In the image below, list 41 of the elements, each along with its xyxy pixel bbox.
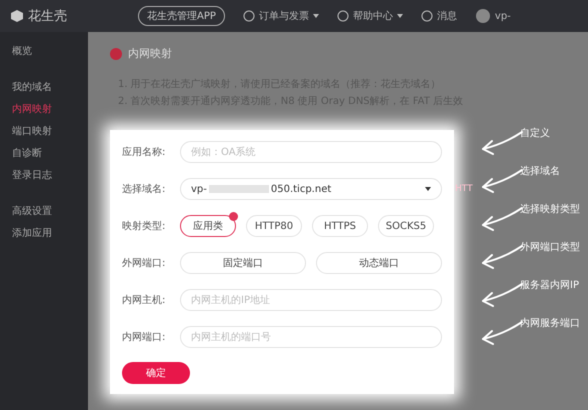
input-field[interactable]: 内网主机的IP地址 <box>180 289 442 311</box>
caret-icon <box>425 187 431 191</box>
nav-link[interactable]: 帮助中心 <box>352 9 393 23</box>
sidebar-item[interactable]: 端口映射 <box>0 120 88 142</box>
input-field[interactable]: 例如：OA系统 <box>180 141 442 163</box>
sidebar-item[interactable]: 概览 <box>0 40 88 62</box>
nav-link[interactable]: 订单与发票 <box>258 9 309 23</box>
annotation-text: 服务器内网IP <box>520 278 579 292</box>
user-name[interactable]: vp- <box>494 10 511 22</box>
field-label: 内网主机: <box>122 294 166 307</box>
logo-icon <box>10 9 24 23</box>
sidebar-item[interactable]: 添加应用 <box>0 222 88 244</box>
submit-button[interactable]: 确定 <box>122 362 190 384</box>
nav-link[interactable]: 消息 <box>436 9 457 23</box>
field-label: 外网端口: <box>122 256 166 270</box>
annotation-text: 选择映射类型 <box>520 202 580 216</box>
field-label: 映射类型: <box>122 220 166 233</box>
input-field[interactable]: 内网主机的端口号 <box>180 326 442 348</box>
sidebar-item[interactable]: 高级设置 <box>0 200 88 222</box>
caret-icon <box>312 14 319 18</box>
check-badge <box>229 212 238 221</box>
field-label: 选择域名: <box>122 182 166 196</box>
logo-text: 花生壳 <box>28 8 67 25</box>
sidebar-item[interactable]: 自诊断 <box>0 142 88 164</box>
option-button[interactable]: HTTP80 <box>246 215 302 237</box>
sidebar-item[interactable]: 登录日志 <box>0 164 88 186</box>
caret-icon <box>396 14 403 18</box>
option-button[interactable]: HTTPS <box>312 215 368 237</box>
field-label: 应用名称: <box>122 146 166 159</box>
dot-icon <box>110 48 122 60</box>
app-button[interactable]: 花生壳管理APP <box>138 6 225 26</box>
domain-select[interactable]: vp- 050.ticp.net <box>180 178 442 200</box>
field-label: 内网端口: <box>122 330 166 344</box>
option-button[interactable]: SOCKS5 <box>378 215 434 237</box>
option-button[interactable]: 固定端口 <box>180 252 306 274</box>
sidebar-item[interactable]: 我的域名 <box>0 76 88 98</box>
option-button[interactable]: 动态端口 <box>316 252 442 274</box>
page-title: 内网映射 <box>128 46 172 61</box>
avatar-icon <box>474 8 491 24</box>
option-button[interactable]: 应用类 <box>180 215 236 237</box>
annotation-text: 选择域名 <box>520 164 560 178</box>
